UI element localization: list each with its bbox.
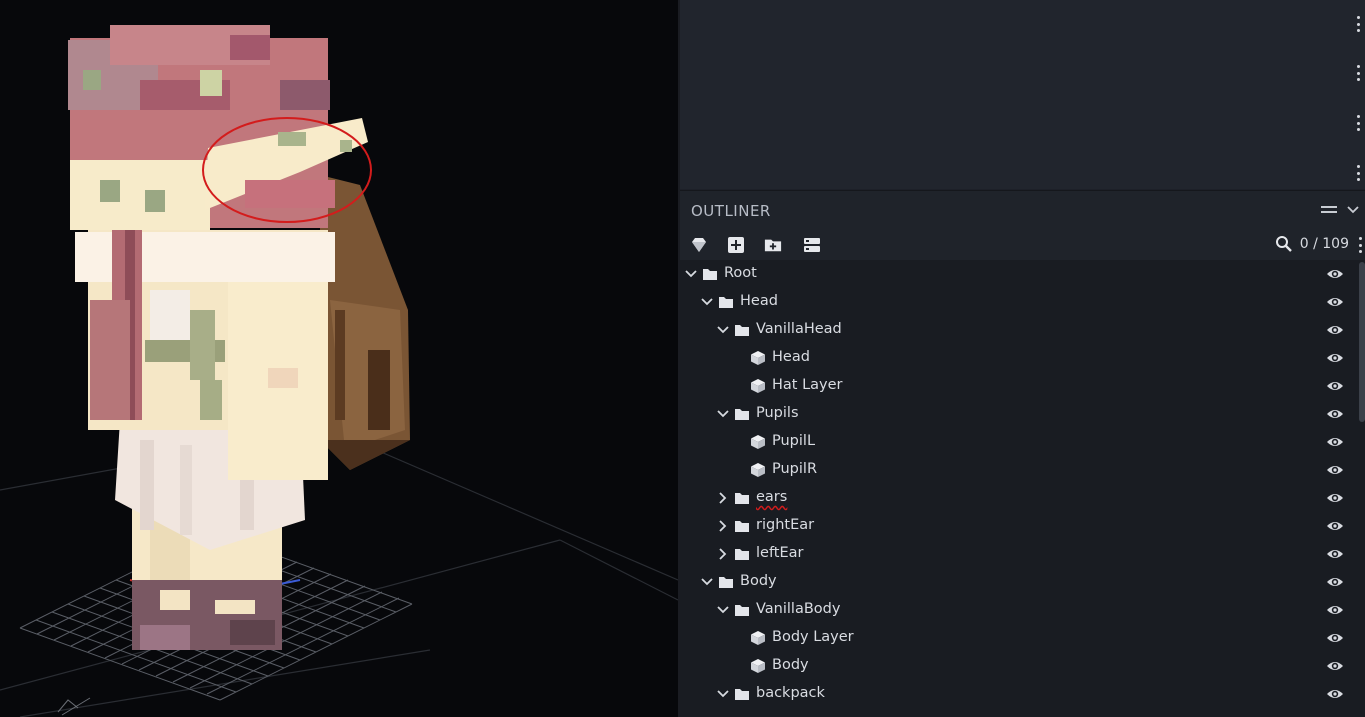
tree-row-head[interactable]: Head [680, 344, 1352, 372]
tree-row-vanillahead[interactable]: VanillaHead [680, 316, 1352, 344]
tree-row-label: VanillaHead [756, 321, 842, 337]
tree-row-label: Body [772, 657, 809, 673]
upper-panel [680, 0, 1365, 189]
eye-icon[interactable] [1326, 491, 1344, 505]
tree-row-label: ears [756, 489, 788, 505]
sidebar-panel: OUTLINER 0 / 109 Root Head VanillaHead H… [680, 0, 1365, 717]
toolbar-menu-icon[interactable] [1357, 237, 1363, 253]
folder-icon [735, 605, 749, 616]
outliner-title: OUTLINER [691, 202, 771, 220]
add-folder-icon[interactable] [764, 236, 782, 254]
outliner-scrollbar[interactable] [1359, 262, 1365, 422]
tree-row-pupill[interactable]: PupilL [680, 428, 1352, 456]
chevron-down-icon[interactable] [700, 575, 714, 589]
outliner-toolbar: 0 / 109 [680, 230, 1365, 260]
tree-row-pupilr[interactable]: PupilR [680, 456, 1352, 484]
cube-icon [751, 659, 765, 673]
3d-viewport[interactable] [0, 0, 678, 717]
eye-icon[interactable] [1326, 379, 1344, 393]
outliner-tree: Root Head VanillaHead Head Hat Layer Pupils Pu… [680, 260, 1365, 717]
tree-row-label: PupilL [772, 433, 816, 449]
eye-icon[interactable] [1326, 295, 1344, 309]
folder-icon [719, 577, 733, 588]
folder-icon [735, 493, 749, 504]
panel-drag-icon[interactable] [1321, 205, 1337, 215]
cube-icon [751, 379, 765, 393]
cube-icon [751, 435, 765, 449]
folder-icon [735, 549, 749, 560]
ground-guides [0, 429, 678, 717]
tree-row-pupils[interactable]: Pupils [680, 400, 1352, 428]
chevron-right-icon[interactable] [716, 519, 730, 533]
folder-icon [735, 409, 749, 420]
folder-icon [735, 521, 749, 532]
tree-row-label: Body [740, 573, 777, 589]
folder-icon [735, 325, 749, 336]
folder-icon [703, 269, 717, 280]
panel-menu-icon[interactable] [1355, 65, 1361, 81]
tree-row-label: VanillaBody [756, 601, 841, 617]
tree-row-label: Root [724, 265, 757, 281]
tree-row-hat-layer[interactable]: Hat Layer [680, 372, 1352, 400]
chevron-down-icon[interactable] [684, 267, 698, 281]
chevron-down-icon[interactable] [700, 295, 714, 309]
eye-icon[interactable] [1326, 603, 1344, 617]
outliner-header: OUTLINER [680, 190, 1365, 231]
tree-row-label: Pupils [756, 405, 799, 421]
cube-icon [751, 631, 765, 645]
eye-icon[interactable] [1326, 463, 1344, 477]
chevron-down-icon[interactable] [716, 603, 730, 617]
tree-row-label: PupilR [772, 461, 818, 477]
search-icon[interactable] [1275, 235, 1293, 253]
eye-icon[interactable] [1326, 659, 1344, 673]
tree-row-label: Body Layer [772, 629, 854, 645]
tree-row-label: rightEar [756, 517, 815, 533]
tree-row-label: leftEar [756, 545, 804, 561]
add-cube-icon[interactable] [727, 236, 745, 254]
folder-icon [735, 689, 749, 700]
eye-icon[interactable] [1326, 435, 1344, 449]
cube-icon [751, 351, 765, 365]
panel-menu-icon[interactable] [1355, 115, 1361, 131]
tree-row-leftear[interactable]: leftEar [680, 540, 1352, 568]
tree-row-label: backpack [756, 685, 825, 701]
folder-icon [719, 297, 733, 308]
viewport-scene [0, 25, 678, 717]
tree-row-vanillabody[interactable]: VanillaBody [680, 596, 1352, 624]
chevron-down-icon[interactable] [1347, 206, 1359, 214]
eye-icon[interactable] [1326, 547, 1344, 561]
eye-icon[interactable] [1326, 351, 1344, 365]
tree-row-label: Head [772, 349, 810, 365]
tree-row-body[interactable]: Body [680, 652, 1352, 680]
selection-count: 0 / 109 [1299, 236, 1349, 252]
collapse-all-icon[interactable] [803, 236, 821, 254]
chevron-down-icon[interactable] [716, 687, 730, 701]
gem-icon[interactable] [690, 236, 708, 254]
tree-row-rightear[interactable]: rightEar [680, 512, 1352, 540]
tree-row-body-layer[interactable]: Body Layer [680, 624, 1352, 652]
tree-row-body[interactable]: Body [680, 568, 1352, 596]
chevron-right-icon[interactable] [716, 547, 730, 561]
backpack-model [320, 175, 410, 470]
tree-row-backpack[interactable]: backpack [680, 680, 1352, 708]
eye-icon[interactable] [1326, 323, 1344, 337]
tree-row-ears[interactable]: ears [680, 484, 1352, 512]
chevron-down-icon[interactable] [716, 323, 730, 337]
eye-icon[interactable] [1326, 687, 1344, 701]
chevron-right-icon[interactable] [716, 491, 730, 505]
eye-icon[interactable] [1326, 631, 1344, 645]
tree-row-label: Hat Layer [772, 377, 843, 393]
tree-row-head[interactable]: Head [680, 288, 1352, 316]
cube-icon [751, 463, 765, 477]
tree-row-label: Head [740, 293, 778, 309]
panel-menu-icon[interactable] [1355, 165, 1361, 181]
tree-row-root[interactable]: Root [680, 260, 1352, 288]
chevron-down-icon[interactable] [716, 407, 730, 421]
eye-icon[interactable] [1326, 575, 1344, 589]
eye-icon[interactable] [1326, 519, 1344, 533]
eye-icon[interactable] [1326, 407, 1344, 421]
eye-icon[interactable] [1326, 267, 1344, 281]
panel-menu-icon[interactable] [1355, 16, 1361, 32]
